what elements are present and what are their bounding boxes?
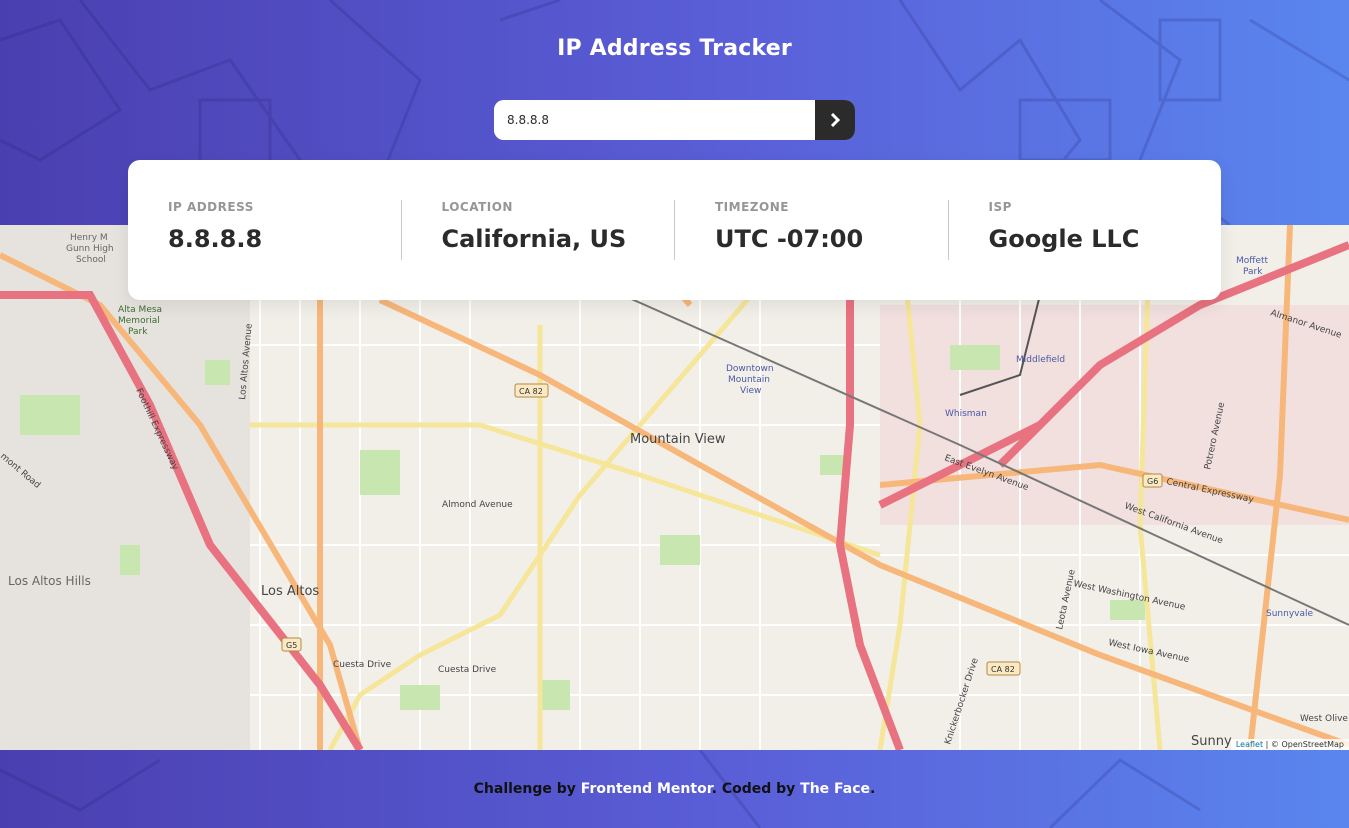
map-tiles[interactable]: Mountain View Los Altos Los Altos Hills … <box>0 225 1349 750</box>
map-label-west-olive: West Olive <box>1300 714 1348 724</box>
ip-info-card: IP ADDRESS 8.8.8.8 LOCATION California, … <box>128 160 1221 300</box>
map-shield-g6: G6 <box>1147 477 1158 486</box>
map-label-los-altos-hills: Los Altos Hills <box>8 574 91 588</box>
page-title: IP Address Tracker <box>557 36 792 61</box>
map-label-altamesa-1: Alta Mesa <box>118 305 162 315</box>
timezone-cell: TIMEZONE UTC -07:00 <box>674 200 948 260</box>
map-label-los-altos: Los Altos <box>261 584 319 599</box>
footer-prefix: Challenge by <box>473 781 581 797</box>
isp-cell: ISP Google LLC <box>947 200 1222 260</box>
map-label-moffett-2: Park <box>1243 267 1263 277</box>
leaflet-link[interactable]: Leaflet <box>1236 740 1263 749</box>
chevron-right-icon <box>830 113 840 127</box>
search-bar <box>494 100 855 140</box>
map-label-altamesa-3: Park <box>128 327 148 337</box>
map-label-downtown-2: Mountain <box>728 375 770 385</box>
isp-value: Google LLC <box>988 225 1140 253</box>
map-label-downtown-1: Downtown <box>726 364 774 374</box>
isp-label: ISP <box>988 200 1012 214</box>
ip-address-label: IP ADDRESS <box>168 200 254 214</box>
footer-credit: Challenge by Frontend Mentor. Coded by T… <box>0 781 1349 797</box>
ip-search-input[interactable] <box>494 100 815 140</box>
map-label-henry-3: School <box>76 255 106 265</box>
map-label-cuesta-2: Cuesta Drive <box>438 665 497 675</box>
map-label-mountain-view: Mountain View <box>630 432 726 447</box>
map-shield-ca82-1: CA 82 <box>519 387 543 396</box>
map-shield-ca82-2: CA 82 <box>991 665 1015 674</box>
footer-suffix: . <box>870 781 876 797</box>
timezone-label: TIMEZONE <box>715 200 789 214</box>
map-label-cuesta-1: Cuesta Drive <box>333 660 392 670</box>
location-cell: LOCATION California, US <box>400 200 675 260</box>
ip-address-value: 8.8.8.8 <box>168 225 263 253</box>
osm-attribution: | © OpenStreetMap <box>1265 740 1344 749</box>
map-label-almond: Almond Avenue <box>442 500 513 510</box>
timezone-value: UTC -07:00 <box>715 225 864 253</box>
map-label-henry-2: Gunn High <box>66 244 114 254</box>
location-label: LOCATION <box>441 200 513 214</box>
frontend-mentor-link[interactable]: Frontend Mentor <box>581 781 712 797</box>
map-label-sunny-partial: Sunny <box>1191 734 1232 749</box>
map-attribution: Leaflet | © OpenStreetMap <box>1230 739 1349 750</box>
map-label-middlefield: Middlefield <box>1016 355 1065 365</box>
ip-address-cell: IP ADDRESS 8.8.8.8 <box>128 200 401 260</box>
map-label-altamesa-2: Memorial <box>118 316 160 326</box>
map-label-whisman: Whisman <box>945 409 987 419</box>
footer-middle: . Coded by <box>711 781 801 797</box>
map-label-downtown-3: View <box>740 386 761 396</box>
author-link[interactable]: The Face <box>800 781 870 797</box>
map-label-sunnyvale: Sunnyvale <box>1266 609 1313 619</box>
location-value: California, US <box>441 225 627 253</box>
map-view[interactable]: Mountain View Los Altos Los Altos Hills … <box>0 225 1349 750</box>
map-label-henry-1: Henry M <box>70 233 108 243</box>
search-submit-button[interactable] <box>815 100 855 140</box>
map-label-moffett-1: Moffett <box>1236 256 1269 266</box>
page-footer: Challenge by Frontend Mentor. Coded by T… <box>0 750 1349 828</box>
map-shield-g5: G5 <box>286 641 297 650</box>
